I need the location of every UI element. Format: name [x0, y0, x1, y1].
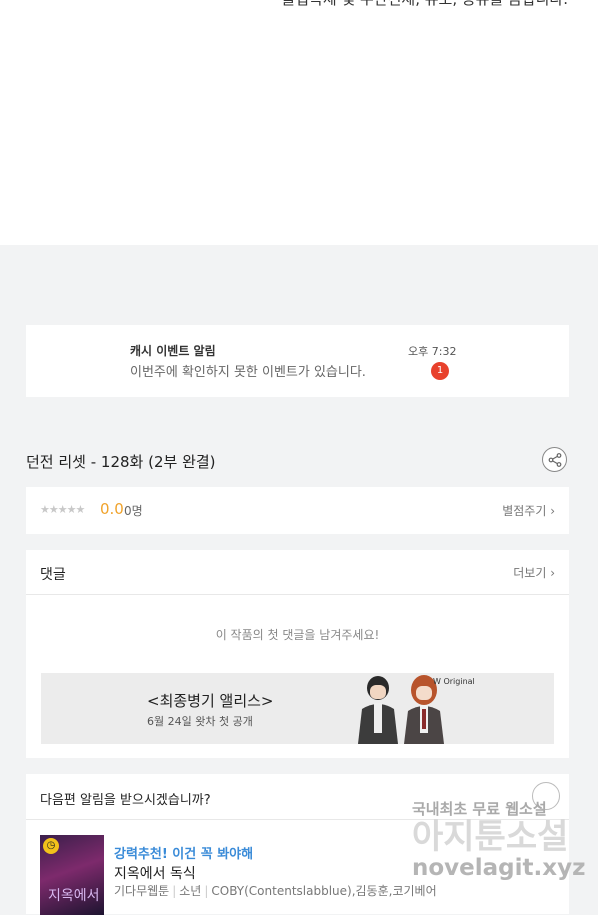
recommended-work-thumbnail[interactable]: ◷ 지옥에서: [40, 835, 104, 915]
rating-score: 0.0: [100, 500, 124, 518]
notification-message: 이번주에 확인하지 못한 이벤트가 있습니다.: [130, 365, 366, 380]
site-watermark: 국내최초 무료 웹소설 아지툰소설 novelagit.xyz: [412, 798, 586, 881]
notification-time: 오후 7:32: [408, 345, 457, 358]
banner-subtitle: 6월 24일 왓차 첫 공개: [147, 715, 253, 728]
comments-heading: 댓글: [40, 567, 66, 583]
share-button[interactable]: [542, 447, 567, 472]
comments-card: 댓글 더보기 › 이 작품의 첫 댓글을 남겨주세요! <최종병기 앨리스> 6…: [26, 550, 569, 758]
recommended-work-meta: 기다무웹툰 | 소년 | COBY(Contentslabblue),김동훈,코기베어: [114, 884, 437, 898]
watermark-line1: 국내최초 무료 웹소설: [412, 800, 547, 818]
meta-category: 기다무웹툰: [114, 884, 170, 898]
share-icon: [548, 453, 562, 467]
rating-count: 0명: [124, 504, 143, 518]
recommended-work-title[interactable]: 지옥에서 독식: [114, 863, 196, 883]
copyright-notice: 불법복제 및 무단전제, 유포, 공유를 금합니다.: [281, 0, 568, 9]
comments-empty-message: 이 작품의 첫 댓글을 남겨주세요!: [215, 628, 380, 642]
next-episode-question: 다음편 알림을 받으시겠습니까?: [40, 793, 211, 808]
meta-authors: COBY(Contentslabblue),김동훈,코기베어: [211, 884, 437, 898]
rating-card: ★★★★★ 0.0 0명 별점주기 ›: [26, 487, 569, 534]
comments-header: 댓글 더보기 ›: [26, 550, 569, 595]
rate-button[interactable]: 별점주기 ›: [502, 502, 555, 519]
content-end-area: 불법복제 및 무단전제, 유포, 공유를 금합니다.: [0, 0, 598, 245]
banner-logo: W Original: [433, 677, 475, 686]
star-rating-icon: ★★★★★: [40, 503, 85, 516]
watermark-line3: novelagit.xyz: [412, 855, 586, 881]
thumbnail-title: 지옥에서: [48, 888, 100, 904]
notification-badge: 1: [431, 362, 449, 380]
meta-genre: 소년: [179, 884, 202, 898]
notification-card[interactable]: 캐시 이벤트 알림 이번주에 확인하지 못한 이벤트가 있습니다. 오후 7:3…: [26, 325, 569, 397]
recommend-label: 강력추천! 이건 꼭 봐야해: [114, 847, 254, 862]
watermark-line2: 아지툰소설: [412, 817, 569, 857]
notification-title: 캐시 이벤트 알림: [130, 344, 216, 358]
comments-more-link[interactable]: 더보기 ›: [513, 564, 555, 581]
episode-title: 던전 리셋 - 128화 (2부 완결): [26, 453, 216, 471]
promo-banner[interactable]: <최종병기 앨리스> 6월 24일 왓차 첫 공개 W Original: [41, 673, 554, 744]
banner-title: <최종병기 앨리스>: [147, 692, 274, 710]
clock-icon: ◷: [43, 838, 59, 854]
